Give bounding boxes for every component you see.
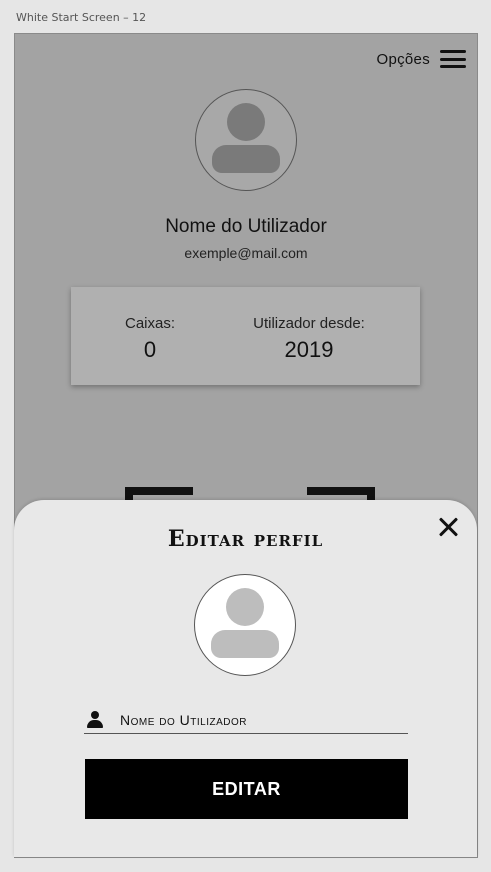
stat-boxes-value: 0 xyxy=(143,337,157,362)
stat-since-value: 2019 xyxy=(284,337,334,362)
name-field xyxy=(84,706,408,734)
artboard-label: White Start Screen – 12 xyxy=(16,11,147,24)
options-label: Opções xyxy=(376,50,430,68)
edit-avatar-icon[interactable] xyxy=(194,574,296,676)
stat-member-since: Utilizador desde: 2019 xyxy=(239,315,379,363)
sheet-title: Editar perfil xyxy=(167,526,324,552)
name-input[interactable] xyxy=(118,710,402,729)
user-email: exemple@mail.com xyxy=(184,245,308,261)
stat-since-label: Utilizador desde: xyxy=(253,315,365,332)
hamburger-menu-icon[interactable] xyxy=(440,50,466,68)
edit-button[interactable]: EDITAR xyxy=(85,759,408,819)
stats-card: Caixas: 0 Utilizador desde: 2019 xyxy=(71,287,420,385)
user-name: Nome do Utilizador xyxy=(165,216,327,237)
close-icon[interactable] xyxy=(437,516,459,538)
person-icon xyxy=(86,710,104,729)
stat-boxes-label: Caixas: xyxy=(124,315,176,332)
edit-profile-sheet: Editar perfil EDITAR xyxy=(14,500,477,857)
stat-boxes: Caixas: 0 xyxy=(105,315,195,363)
profile-avatar-icon xyxy=(195,89,297,191)
options-menu-button[interactable]: Opções xyxy=(376,50,466,68)
